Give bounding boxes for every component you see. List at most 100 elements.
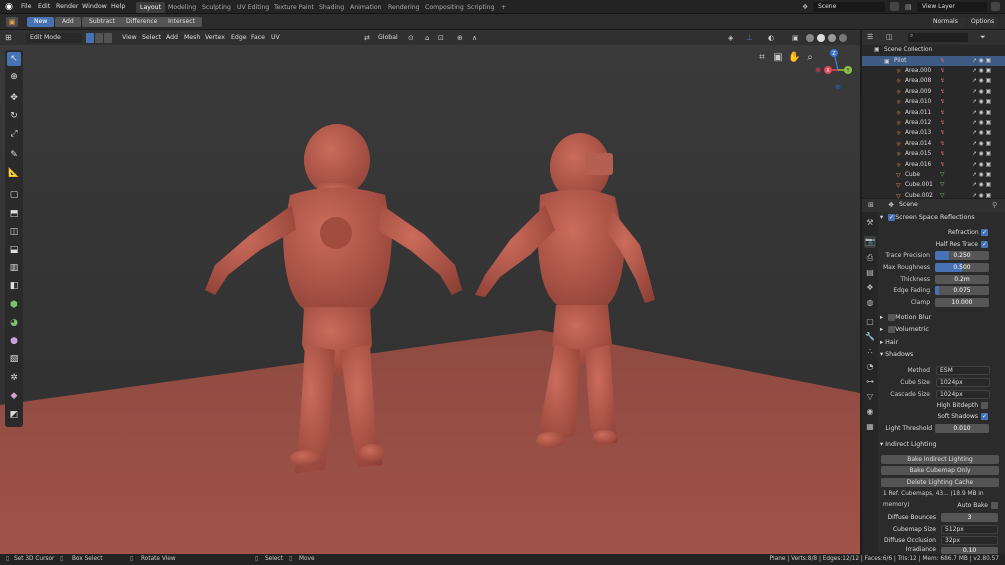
visibility-toggles-icon[interactable]: ➚ ◉ ▣ [972, 139, 991, 149]
diffuse-occlusion-dropdown[interactable]: 32px [941, 536, 998, 545]
snap-icon[interactable]: ⌂ [425, 33, 435, 43]
outliner-item-pilot[interactable]: ▣ Pilot ↯ ➚ ◉ ▣ [862, 55, 1005, 66]
spin-tool-icon[interactable]: ◕ [7, 316, 21, 330]
menu-vertex[interactable]: Vertex [205, 33, 225, 43]
add-cube-tool-icon[interactable]: ▢ [7, 188, 21, 202]
menu-edge[interactable]: Edge [231, 33, 247, 43]
outliner-item[interactable]: ▽ Cube.001 ▽ ➚ ◉ ▣ [862, 180, 1005, 190]
physics-tab-icon[interactable]: ◔ [864, 361, 876, 373]
face-select-icon[interactable] [104, 33, 112, 43]
outliner-item[interactable]: ☼ Area.009 ↯ ➚ ◉ ▣ [862, 87, 1005, 97]
active-tool-icon[interactable]: ▣ [6, 17, 18, 27]
outliner-editor-icon[interactable]: ☰ [867, 33, 879, 42]
menu-file[interactable]: File [21, 3, 32, 10]
data-tab-icon[interactable]: ▽ [864, 391, 876, 403]
menu-help[interactable]: Help [111, 3, 125, 10]
pin-icon[interactable]: ⚲ [992, 201, 997, 209]
snap-target-icon[interactable]: ⊡ [438, 33, 448, 43]
scene-tab-icon[interactable]: ❖ [864, 282, 876, 294]
bake-indirect-button[interactable]: Bake Indirect Lighting [881, 455, 999, 464]
visibility-toggles-icon[interactable]: ➚ ◉ ▣ [972, 149, 991, 159]
tool-tab-icon[interactable]: ⚒ [864, 217, 876, 229]
tab-animation[interactable]: Animation [346, 2, 386, 13]
visibility-toggles-icon[interactable]: ➚ ◉ ▣ [972, 56, 991, 66]
trace-precision-field[interactable]: 0.250 [935, 251, 989, 260]
menu-mesh[interactable]: Mesh [184, 33, 200, 43]
irradiance-smoothing-field[interactable]: 0.10 [941, 547, 998, 554]
visibility-toggles-icon[interactable]: ➚ ◉ ▣ [972, 170, 991, 180]
mode-dropdown[interactable]: Edit Mode [26, 33, 82, 43]
inset-tool-icon[interactable]: ◫ [7, 225, 21, 239]
falloff-icon[interactable]: ∧ [472, 33, 486, 43]
new-button[interactable]: New [27, 17, 55, 27]
select-box-tool-icon[interactable]: ↖ [7, 52, 21, 66]
new-view-layer-button[interactable] [991, 2, 1000, 11]
outliner-item[interactable]: ☼ Area.011 ↯ ➚ ◉ ▣ [862, 108, 1005, 118]
tab-sculpting[interactable]: Sculpting [198, 2, 235, 13]
navigation-gizmo[interactable]: Z Y X [810, 45, 860, 95]
pan-hand-icon[interactable]: ✋ [788, 52, 800, 64]
tab-modeling[interactable]: Modeling [164, 2, 200, 13]
tab-shading[interactable]: Shading [315, 2, 348, 13]
editor-type-icon[interactable]: ⊞ [5, 33, 21, 43]
options-dropdown[interactable]: Options [968, 17, 998, 27]
subtract-button[interactable]: Subtract [82, 17, 122, 27]
world-tab-icon[interactable]: ◍ [864, 297, 876, 309]
visibility-toggles-icon[interactable]: ➚ ◉ ▣ [972, 76, 991, 86]
outliner-item[interactable]: ☼ Area.000 ↯ ➚ ◉ ▣ [862, 66, 1005, 76]
move-tool-icon[interactable]: ✥ [7, 91, 21, 105]
3d-viewport[interactable] [0, 45, 860, 554]
cursor-tool-icon[interactable]: ⊕ [7, 70, 21, 84]
hair-panel-header[interactable]: ▸ Hair [880, 337, 898, 348]
ssr-enable-checkbox[interactable]: ✓ [888, 214, 895, 221]
scale-tool-icon[interactable]: ⤢ [7, 127, 21, 141]
visibility-toggles-icon[interactable]: ➚ ◉ ▣ [972, 87, 991, 97]
indirect-lighting-panel-header[interactable]: ▾ Indirect Lighting [880, 439, 936, 450]
outliner-item[interactable]: ☼ Area.012 ↯ ➚ ◉ ▣ [862, 118, 1005, 128]
tab-layout[interactable]: Layout [136, 2, 166, 13]
outliner-item[interactable]: ▽ Cube ▽ ➚ ◉ ▣ [862, 170, 1005, 180]
outliner-item[interactable]: ☼ Area.010 ↯ ➚ ◉ ▣ [862, 97, 1005, 107]
rotate-tool-icon[interactable]: ↻ [7, 109, 21, 123]
cascade-size-dropdown[interactable]: 1024px [936, 390, 990, 399]
outliner-search-input[interactable] [908, 33, 968, 42]
clamp-field[interactable]: 10.000 [935, 298, 989, 307]
intersect-button[interactable]: Intersect [161, 17, 202, 27]
loop-cut-tool-icon[interactable]: ▥ [7, 261, 21, 275]
camera-view-icon[interactable]: ⌗ [756, 52, 768, 64]
tab-uv-editing[interactable]: UV Editing [233, 2, 273, 13]
cube-size-dropdown[interactable]: 1024px [936, 378, 990, 387]
proportional-edit-icon[interactable]: ⊕ [457, 33, 467, 43]
zoom-icon[interactable]: ⌕ [804, 52, 816, 64]
outliner-scene-collection[interactable]: ▣ Scene Collection [862, 45, 1005, 55]
modifier-tab-icon[interactable]: 🔧 [864, 331, 876, 343]
poly-build-tool-icon[interactable]: ⬢ [7, 298, 21, 312]
rendered-shading-icon[interactable] [839, 34, 847, 42]
measure-tool-icon[interactable]: 📐 [7, 166, 21, 180]
add-button[interactable]: Add [55, 17, 81, 27]
motion-blur-checkbox[interactable] [888, 314, 895, 321]
filter-icon[interactable]: ⏷ [980, 33, 986, 42]
high-bitdepth-checkbox[interactable] [981, 402, 988, 409]
ssr-panel-header[interactable]: ▾ ✓ Screen Space Reflections [880, 212, 975, 223]
refraction-checkbox[interactable]: ✓ [981, 229, 988, 236]
menu-edit[interactable]: Edit [38, 3, 50, 10]
method-dropdown[interactable]: ESM [936, 366, 990, 375]
wireframe-shading-icon[interactable] [806, 34, 814, 42]
blender-logo-icon[interactable]: ◉ [4, 2, 14, 12]
tab-rendering[interactable]: Rendering [384, 2, 424, 13]
bevel-tool-icon[interactable]: ⬓ [7, 243, 21, 257]
tab-texture-paint[interactable]: Texture Paint [270, 2, 318, 13]
max-roughness-field[interactable]: 0.500 [935, 263, 989, 272]
object-tab-icon[interactable]: ▢ [864, 316, 876, 328]
outliner-item[interactable]: ☼ Area.016 ↯ ➚ ◉ ▣ [862, 160, 1005, 170]
pivot-icon[interactable]: ⊙ [408, 33, 422, 43]
rip-region-tool-icon[interactable]: ◩ [7, 408, 21, 422]
menu-face[interactable]: Face [251, 33, 265, 43]
visibility-toggles-icon[interactable]: ➚ ◉ ▣ [972, 108, 991, 118]
smooth-tool-icon[interactable]: ● [7, 334, 21, 348]
overlays-icon[interactable]: ◐ [768, 33, 782, 43]
normals-dropdown[interactable]: Normals [930, 17, 966, 27]
shadows-panel-header[interactable]: ▾ Shadows [880, 349, 913, 360]
material-tab-icon[interactable]: ◉ [864, 406, 876, 418]
